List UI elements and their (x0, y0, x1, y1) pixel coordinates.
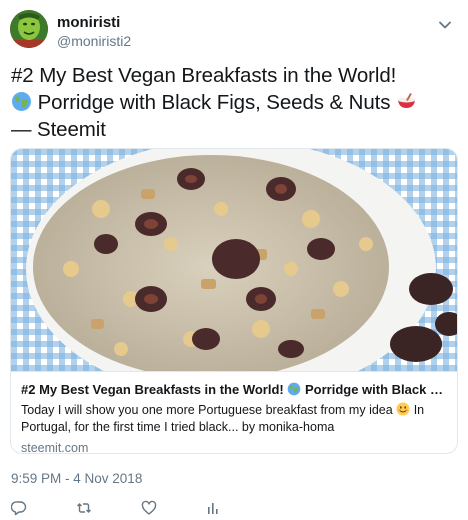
tweet-text-line: #2 My Best Vegan Breakfasts in the World… (11, 64, 397, 87)
bowl-emoji-icon (396, 91, 417, 112)
card-title: #2 My Best Vegan Breakfasts in the World… (21, 381, 447, 398)
card-title-segment: Porridge with Black Figs, Se... (304, 382, 447, 397)
user-handle[interactable]: @moniristi2 (57, 33, 131, 49)
tweet: moniristi @moniristi2 #2 My Best Vegan B… (0, 0, 468, 520)
link-card[interactable]: #2 My Best Vegan Breakfasts in the World… (10, 148, 458, 454)
smile-emoji-icon (396, 402, 410, 416)
analytics-icon[interactable] (205, 500, 221, 516)
globe-emoji-icon (287, 382, 301, 396)
card-title-segment: #2 My Best Vegan Breakfasts in the World… (21, 382, 284, 397)
card-domain: steemit.com (21, 441, 89, 454)
retweet-icon[interactable] (76, 500, 92, 516)
tweet-text-line: — Steemit (11, 118, 106, 141)
globe-emoji-icon (11, 91, 32, 112)
heart-icon[interactable] (141, 500, 157, 516)
tweet-text-line: Porridge with Black Figs, Seeds & Nuts (11, 89, 459, 116)
tweet-timestamp[interactable]: 9:59 PM - 4 Nov 2018 (11, 471, 142, 486)
tweet-actions (10, 500, 311, 516)
card-desc-segment: Today I will show you one more Portugues… (21, 403, 393, 417)
chevron-down-icon[interactable] (438, 18, 452, 32)
card-body[interactable]: #2 My Best Vegan Breakfasts in the World… (11, 371, 457, 453)
display-name[interactable]: moniristi (57, 14, 120, 31)
reply-icon[interactable] (10, 500, 27, 516)
card-description: Today I will show you one more Portugues… (21, 402, 447, 436)
tweet-text-segment: Porridge with Black Figs, Seeds & Nuts (37, 91, 391, 114)
tweet-text: #2 My Best Vegan Breakfasts in the World… (11, 62, 459, 143)
tweet-header: moniristi @moniristi2 (10, 10, 458, 52)
avatar[interactable] (10, 10, 48, 48)
card-image[interactable] (11, 149, 457, 399)
